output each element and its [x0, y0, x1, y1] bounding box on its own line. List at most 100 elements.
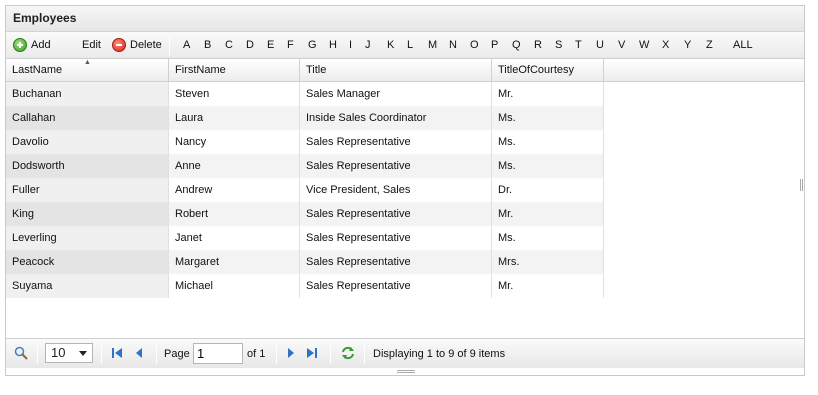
filter-letter-e[interactable]: E	[267, 32, 274, 59]
column-header-firstname[interactable]: FirstName	[169, 59, 300, 82]
filter-letter-v[interactable]: V	[618, 32, 625, 59]
filter-letter-x[interactable]: X	[662, 32, 669, 59]
filter-letter-q[interactable]: Q	[512, 32, 521, 59]
filter-letter-c[interactable]: C	[225, 32, 233, 59]
table-cell: Davolio	[6, 130, 169, 154]
table-row[interactable]: Peacock Margaret Sales Representative Mrs.	[6, 250, 604, 274]
filter-letter-k[interactable]: K	[387, 32, 394, 59]
filter-letter-r[interactable]: R	[534, 32, 542, 59]
pager-status: Displaying 1 to 9 of 9 items	[373, 348, 506, 360]
delete-icon[interactable]	[112, 38, 126, 52]
filter-letter-z[interactable]: Z	[706, 32, 713, 59]
filter-letter-l[interactable]: L	[407, 32, 413, 59]
filter-letter-p[interactable]: P	[491, 32, 498, 59]
filter-letter-f[interactable]: F	[287, 32, 294, 59]
toolbar: Add Edit Delete ABCDEFGHIJKLMNOPQRSTUVWX…	[6, 32, 804, 59]
table-row[interactable]: Davolio Nancy Sales Representative Ms.	[6, 130, 604, 154]
next-page-button[interactable]	[286, 339, 296, 369]
table-cell: Ms.	[492, 154, 604, 178]
column-header-label: FirstName	[175, 64, 226, 76]
filter-letter-t[interactable]: T	[575, 32, 582, 59]
filter-letter-d[interactable]: D	[246, 32, 254, 59]
table-cell: Vice President, Sales	[300, 178, 492, 202]
table-cell: Steven	[169, 82, 300, 106]
table-cell: Anne	[169, 154, 300, 178]
table-cell: Buchanan	[6, 82, 169, 106]
pager-separator	[276, 344, 277, 364]
table-cell: Sales Representative	[300, 250, 492, 274]
table-cell: Sales Representative	[300, 226, 492, 250]
column-header-title[interactable]: Title	[300, 59, 492, 82]
search-icon[interactable]	[14, 339, 28, 369]
filter-letter-b[interactable]: B	[204, 32, 211, 59]
first-page-button[interactable]	[111, 339, 123, 369]
page-label: Page	[164, 348, 190, 360]
filter-letter-g[interactable]: G	[308, 32, 317, 59]
table-body: Buchanan Steven Sales Manager Mr. Callahan La…	[6, 82, 804, 338]
column-header-label: Title	[306, 64, 327, 76]
table-cell: Dodsworth	[6, 154, 169, 178]
table-cell: Margaret	[169, 250, 300, 274]
table-cell: Sales Representative	[300, 130, 492, 154]
table-cell: Fuller	[6, 178, 169, 202]
table-cell: Sales Representative	[300, 154, 492, 178]
add-icon[interactable]	[13, 38, 27, 52]
column-header-titleofcourtesy[interactable]: TitleOfCourtesy	[492, 59, 604, 82]
pager: 10 Page of 1 Displaying 1 to 9 of 9 item…	[6, 338, 804, 368]
table-cell: Inside Sales Coordinator	[300, 106, 492, 130]
filter-letter-w[interactable]: W	[639, 32, 649, 59]
edit-button[interactable]: Edit	[82, 32, 101, 59]
chevron-down-icon	[79, 351, 87, 356]
table-row[interactable]: Dodsworth Anne Sales Representative Ms.	[6, 154, 604, 178]
filter-letter-s[interactable]: S	[555, 32, 562, 59]
filter-letter-all[interactable]: ALL	[733, 32, 753, 59]
pager-separator	[330, 344, 331, 364]
filter-letter-y[interactable]: Y	[684, 32, 691, 59]
page-number-input[interactable]	[193, 343, 243, 364]
table-cell: Ms.	[492, 130, 604, 154]
add-button[interactable]: Add	[31, 32, 51, 59]
table-cell: Michael	[169, 274, 300, 298]
table-cell: Janet	[169, 226, 300, 250]
filter-letter-m[interactable]: M	[428, 32, 437, 59]
column-header-label: TitleOfCourtesy	[498, 64, 575, 76]
pager-separator	[101, 344, 102, 364]
filter-letter-o[interactable]: O	[470, 32, 479, 59]
page-count-label: of 1	[247, 348, 266, 360]
column-resize-handle[interactable]	[800, 179, 803, 191]
table-cell: Leverling	[6, 226, 169, 250]
pager-separator	[37, 344, 38, 364]
column-header-lastname[interactable]: LastName ▲	[6, 59, 169, 82]
filter-letter-n[interactable]: N	[449, 32, 457, 59]
filter-letter-j[interactable]: J	[365, 32, 371, 59]
page-size-select[interactable]: 10	[45, 343, 93, 363]
column-header-label: LastName	[12, 64, 63, 76]
table-row[interactable]: Suyama Michael Sales Representative Mr.	[6, 274, 604, 298]
pager-separator	[364, 344, 365, 364]
table-cell: Laura	[169, 106, 300, 130]
last-page-button[interactable]	[306, 339, 318, 369]
delete-button[interactable]: Delete	[130, 32, 162, 59]
table-cell: Mrs.	[492, 250, 604, 274]
panel-title: Employees	[6, 6, 804, 32]
table-cell: Nancy	[169, 130, 300, 154]
table-row[interactable]: Fuller Andrew Vice President, Sales Dr.	[6, 178, 604, 202]
sort-ascending-icon: ▲	[84, 59, 91, 66]
table-cell: Andrew	[169, 178, 300, 202]
table-row[interactable]: King Robert Sales Representative Mr.	[6, 202, 604, 226]
table-cell: Ms.	[492, 106, 604, 130]
refresh-icon[interactable]	[340, 339, 356, 369]
table-cell: Sales Manager	[300, 82, 492, 106]
filter-letter-u[interactable]: U	[596, 32, 604, 59]
resize-grip[interactable]	[397, 370, 415, 373]
filter-letter-a[interactable]: A	[183, 32, 190, 59]
table-cell: King	[6, 202, 169, 226]
table-row[interactable]: Leverling Janet Sales Representative Ms.	[6, 226, 604, 250]
filter-letter-i[interactable]: I	[349, 32, 352, 59]
table-cell: Mr.	[492, 202, 604, 226]
filter-letter-h[interactable]: H	[329, 32, 337, 59]
previous-page-button[interactable]	[134, 339, 144, 369]
table-cell: Mr.	[492, 274, 604, 298]
table-row[interactable]: Buchanan Steven Sales Manager Mr.	[6, 82, 604, 106]
table-row[interactable]: Callahan Laura Inside Sales Coordinator Ms.	[6, 106, 604, 130]
